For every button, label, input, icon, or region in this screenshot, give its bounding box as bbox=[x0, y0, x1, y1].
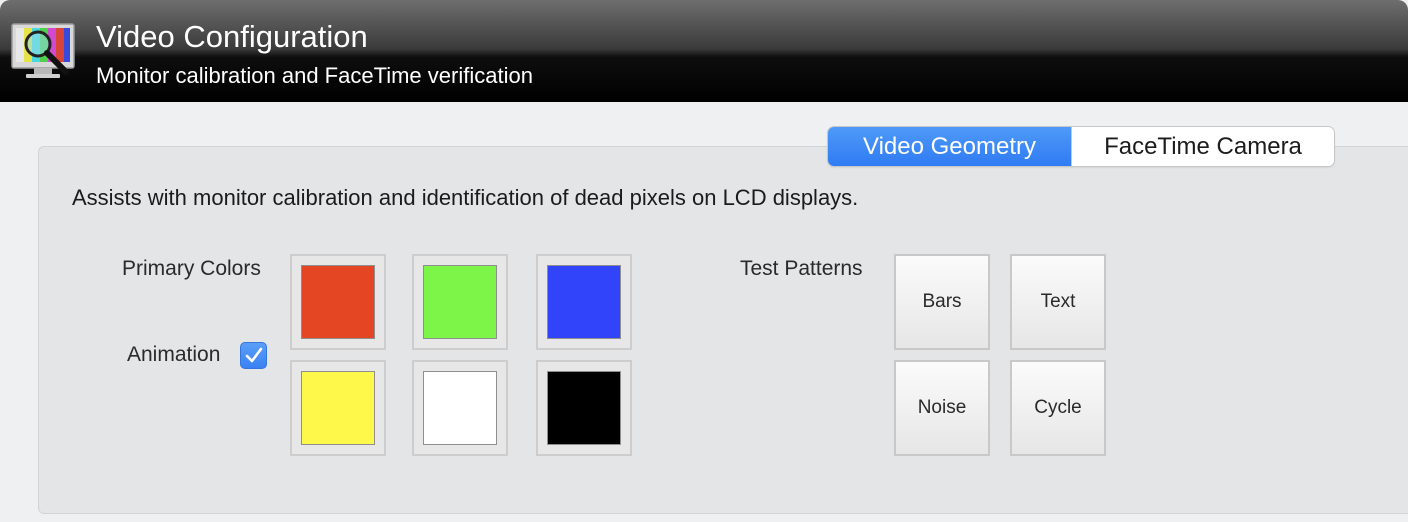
tab-facetime-camera[interactable]: FaceTime Camera bbox=[1071, 127, 1334, 166]
animation-checkbox[interactable] bbox=[240, 342, 267, 369]
test-patterns-label: Test Patterns bbox=[740, 257, 863, 280]
swatch-fill bbox=[423, 265, 497, 339]
panel-description: Assists with monitor calibration and ide… bbox=[72, 185, 859, 210]
monitor-magnifier-icon bbox=[10, 22, 78, 82]
segmented-tab-control: Video Geometry FaceTime Camera bbox=[828, 127, 1334, 166]
pattern-cycle-button[interactable]: Cycle bbox=[1010, 360, 1106, 456]
swatch-fill bbox=[547, 265, 621, 339]
tab-video-geometry[interactable]: Video Geometry bbox=[828, 127, 1071, 166]
color-swatch-blue[interactable] bbox=[536, 254, 632, 350]
swatch-fill bbox=[301, 371, 375, 445]
swatch-fill bbox=[301, 265, 375, 339]
title-bar-header: Video Configuration Monitor calibration … bbox=[0, 0, 1408, 102]
color-swatch-yellow[interactable] bbox=[290, 360, 386, 456]
window-title: Video Configuration bbox=[96, 19, 368, 54]
window-subtitle: Monitor calibration and FaceTime verific… bbox=[96, 63, 533, 88]
primary-colors-label: Primary Colors bbox=[122, 257, 261, 280]
color-swatch-red[interactable] bbox=[290, 254, 386, 350]
pattern-noise-button[interactable]: Noise bbox=[894, 360, 990, 456]
color-swatch-green[interactable] bbox=[412, 254, 508, 350]
animation-label: Animation bbox=[127, 343, 221, 366]
swatch-fill bbox=[547, 371, 621, 445]
color-swatch-black[interactable] bbox=[536, 360, 632, 456]
pattern-bars-button[interactable]: Bars bbox=[894, 254, 990, 350]
color-swatch-white[interactable] bbox=[412, 360, 508, 456]
swatch-fill bbox=[423, 371, 497, 445]
checkmark-icon bbox=[245, 347, 263, 363]
pattern-text-button[interactable]: Text bbox=[1010, 254, 1106, 350]
